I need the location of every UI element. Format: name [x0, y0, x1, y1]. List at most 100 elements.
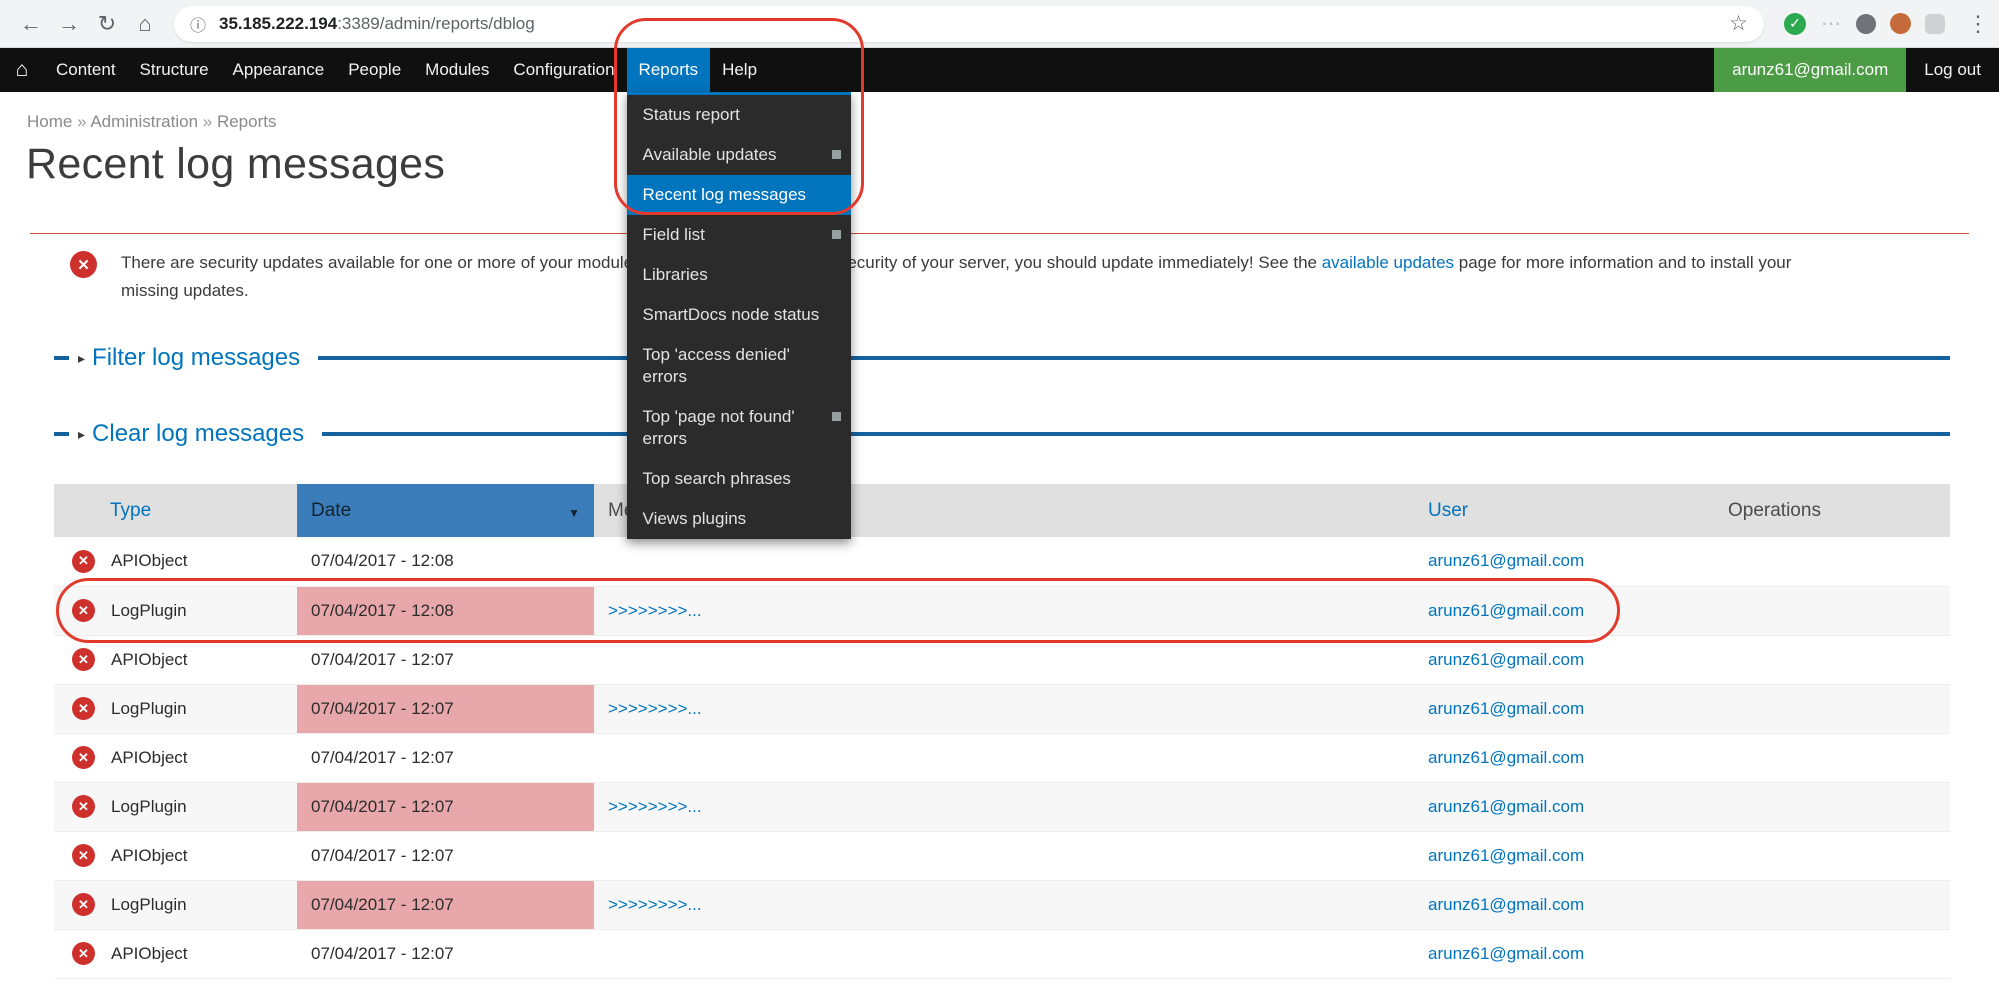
url-path: :3389/admin/reports/dblog [337, 14, 535, 33]
page-title: Recent log messages [26, 140, 1999, 189]
log-user-cell: arunz61@gmail.com [1414, 733, 1714, 782]
log-user-link[interactable]: arunz61@gmail.com [1428, 895, 1584, 914]
log-user-link[interactable]: arunz61@gmail.com [1428, 797, 1584, 816]
log-user-link[interactable]: arunz61@gmail.com [1428, 846, 1584, 865]
collapsed-arrow-icon: ▸ [78, 350, 85, 367]
log-user-link[interactable]: arunz61@gmail.com [1428, 551, 1584, 570]
menu-item-status-report[interactable]: Status report [627, 95, 851, 135]
menu-item-label: Views plugins [643, 509, 747, 528]
warning-text-part2: page for more information and to install… [1454, 253, 1791, 272]
log-type: APIObject [111, 551, 188, 571]
log-message-link[interactable]: >>>>>>>>... [608, 601, 702, 620]
forward-button[interactable]: → [50, 11, 88, 37]
log-operations-cell [1714, 537, 1950, 586]
log-date: 07/04/2017 - 12:07 [297, 831, 594, 880]
toolbar-item-help[interactable]: Help [710, 48, 769, 92]
browser-toolbar: ← → ↻ ⌂ ⓘ 35.185.222.194:3389/admin/repo… [0, 0, 1999, 48]
log-table-row: ✕APIObject07/04/2017 - 12:07arunz61@gmai… [54, 635, 1950, 684]
toolbar-item-reports[interactable]: Reports [627, 48, 711, 92]
toolbar-item-content[interactable]: Content [44, 48, 128, 92]
log-operations-cell [1714, 880, 1950, 929]
extension-gray-square-icon[interactable] [1925, 14, 1945, 34]
log-user-cell: arunz61@gmail.com [1414, 880, 1714, 929]
browser-home-button[interactable]: ⌂ [126, 11, 164, 37]
log-user-link[interactable]: arunz61@gmail.com [1428, 650, 1584, 669]
error-status-icon: ✕ [72, 599, 95, 622]
log-user-cell: arunz61@gmail.com [1414, 782, 1714, 831]
toolbar-item-modules[interactable]: Modules [413, 48, 501, 92]
extension-gray-circle-icon[interactable] [1856, 14, 1876, 34]
menu-item-top-page-not-found-errors[interactable]: Top 'page not found' errors [627, 397, 851, 459]
log-operations-cell [1714, 635, 1950, 684]
column-header-user[interactable]: User [1414, 484, 1714, 537]
toolbar-item-appearance[interactable]: Appearance [221, 48, 337, 92]
log-type: APIObject [111, 846, 188, 866]
address-bar[interactable]: ⓘ 35.185.222.194:3389/admin/reports/dblo… [174, 6, 1764, 42]
log-operations-cell [1714, 684, 1950, 733]
log-user-link[interactable]: arunz61@gmail.com [1428, 699, 1584, 718]
type-sort-link: Type [110, 500, 151, 521]
menu-item-top-access-denied-errors[interactable]: Top 'access denied' errors [627, 335, 851, 397]
fieldset-border-line [318, 356, 1950, 360]
log-date: 07/04/2017 - 12:08 [297, 537, 594, 586]
menu-item-label: Status report [643, 105, 740, 124]
menu-item-libraries[interactable]: Libraries [627, 255, 851, 295]
menu-item-available-updates[interactable]: Available updates [627, 135, 851, 175]
filter-log-messages-link[interactable]: Filter log messages [92, 344, 300, 372]
breadcrumb-administration[interactable]: Administration [90, 112, 198, 131]
log-type: APIObject [111, 944, 188, 964]
page-info-icon[interactable]: ⓘ [190, 12, 206, 36]
extension-dots-icon[interactable]: ⋯ [1820, 13, 1842, 35]
log-user-cell: arunz61@gmail.com [1414, 537, 1714, 586]
log-user-cell: arunz61@gmail.com [1414, 684, 1714, 733]
logout-link[interactable]: Log out [1906, 48, 1999, 92]
menu-item-smartdocs-node-status[interactable]: SmartDocs node status [627, 295, 851, 335]
breadcrumb-reports[interactable]: Reports [217, 112, 277, 131]
home-icon[interactable]: ⌂ [0, 48, 44, 92]
account-button[interactable]: arunz61@gmail.com [1714, 48, 1906, 92]
log-user-cell: arunz61@gmail.com [1414, 586, 1714, 635]
browser-menu-icon[interactable]: ⋮ [1967, 11, 1987, 37]
log-date: 07/04/2017 - 12:07 [297, 733, 594, 782]
log-messages-table: Type Date▼ Message User Operations ✕APIO… [54, 484, 1950, 979]
log-table-row: ✕LogPlugin07/04/2017 - 12:08>>>>>>>>...a… [54, 586, 1950, 635]
toolbar-item-configuration[interactable]: Configuration [501, 48, 626, 92]
extension-orange-circle-icon[interactable] [1890, 13, 1911, 34]
back-button[interactable]: ← [12, 11, 50, 37]
security-warning-text: There are security updates available for… [121, 249, 1791, 304]
log-user-link[interactable]: arunz61@gmail.com [1428, 748, 1584, 767]
filter-log-messages-fieldset: ▸ Filter log messages [54, 344, 1950, 372]
menu-item-label: Top search phrases [643, 469, 791, 488]
menu-item-views-plugins[interactable]: Views plugins [627, 499, 851, 539]
column-header-type[interactable]: Type [54, 484, 297, 537]
error-status-icon: ✕ [72, 844, 95, 867]
bookmark-star-icon[interactable]: ☆ [1729, 11, 1748, 36]
log-user-link[interactable]: arunz61@gmail.com [1428, 944, 1584, 963]
reload-button[interactable]: ↻ [88, 11, 126, 37]
log-message-link[interactable]: >>>>>>>>... [608, 797, 702, 816]
log-user-link[interactable]: arunz61@gmail.com [1428, 601, 1584, 620]
breadcrumb-home[interactable]: Home [27, 112, 72, 131]
log-user-cell: arunz61@gmail.com [1414, 831, 1714, 880]
extension-check-icon[interactable]: ✓ [1784, 13, 1806, 35]
breadcrumb-separator: » [72, 112, 90, 131]
log-message-cell [594, 537, 1414, 586]
warning-text-line2: missing updates. [121, 281, 249, 300]
toolbar-item-people[interactable]: People [336, 48, 413, 92]
log-user-cell: arunz61@gmail.com [1414, 635, 1714, 684]
log-message-cell [594, 635, 1414, 684]
toolbar-item-structure[interactable]: Structure [128, 48, 221, 92]
menu-item-label: Recent log messages [643, 185, 806, 204]
log-message-link[interactable]: >>>>>>>>... [608, 895, 702, 914]
menu-item-recent-log-messages[interactable]: Recent log messages [627, 175, 851, 215]
menu-item-field-list[interactable]: Field list [627, 215, 851, 255]
update-marker-icon [832, 230, 841, 239]
available-updates-link[interactable]: available updates [1322, 253, 1454, 272]
log-type: LogPlugin [111, 601, 187, 621]
log-table-row: ✕ APIObject 07/04/2017 - 12:07 arunz61@gmai… [54, 831, 1950, 880]
menu-item-top-search-phrases[interactable]: Top search phrases [627, 459, 851, 499]
log-message-link[interactable]: >>>>>>>>... [608, 699, 702, 718]
error-status-icon: ✕ [72, 893, 95, 916]
clear-log-messages-link[interactable]: Clear log messages [92, 420, 304, 448]
column-header-date[interactable]: Date▼ [297, 484, 594, 537]
